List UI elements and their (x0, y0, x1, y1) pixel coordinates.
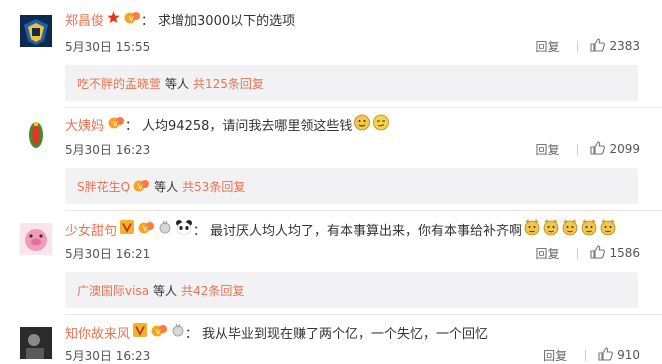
reply-username[interactable]: 吃不胖的孟晓萱 (77, 75, 161, 92)
fan-badge-icon: V (132, 178, 150, 195)
reply-mid-text: 等人 (154, 179, 179, 194)
comment-username[interactable]: 郑昌俊 (65, 10, 104, 29)
like-count: 2383 (609, 39, 640, 53)
like-count: 1586 (609, 246, 640, 260)
reply-username[interactable]: S胖花生Q (77, 178, 130, 195)
fan-badge-icon: V (107, 115, 125, 133)
reply-button[interactable]: 回复 (535, 245, 559, 262)
comment-time: 5月30日 16:23 (65, 348, 151, 363)
thumbs-up-icon[interactable] (590, 244, 606, 262)
medal-badge-icon (171, 323, 185, 341)
avatar[interactable] (20, 15, 52, 47)
fan-badge-icon: V (150, 323, 168, 341)
medal-badge-icon (158, 220, 172, 238)
panda-badge-icon (175, 219, 193, 239)
comment-divider (65, 314, 662, 315)
vip-v-icon (120, 220, 135, 238)
reply-button[interactable]: 回复 (535, 141, 559, 158)
vip-v-icon (133, 323, 148, 341)
doge-emoji-icon (580, 218, 598, 240)
reply-total-link[interactable]: 共125条回复 (193, 75, 264, 92)
reply-mid-text: 等人 (165, 76, 190, 91)
like-count: 2099 (609, 142, 640, 156)
svg-text:V: V (156, 328, 161, 336)
comment-text: 我从毕业到现在赚了两个亿，一个失忆，一个回忆 (202, 326, 489, 342)
colon-separator: ： (141, 13, 155, 29)
comment-time: 5月30日 16:23 (65, 142, 151, 157)
like-count: 910 (617, 348, 640, 362)
doge-emoji-icon (599, 218, 617, 240)
colon-separator: ： (125, 118, 139, 134)
avatar[interactable] (20, 223, 52, 255)
comment-username[interactable]: 大姨妈 (65, 115, 104, 134)
comment-text: 人均94258，请问我去哪里领这些钱 (142, 118, 353, 134)
reply-mid-text: 等人 (153, 283, 178, 298)
svg-text:V: V (143, 225, 148, 233)
comment-actions: 回复 2099 (535, 140, 640, 158)
avatar[interactable] (20, 119, 52, 151)
reply-button[interactable]: 回复 (543, 347, 567, 364)
reply-summary[interactable]: 吃不胖的孟晓萱 等人 共125条回复 (65, 65, 638, 101)
reply-button[interactable]: 回复 (535, 38, 559, 55)
reply-username[interactable]: 广澳国际visa (77, 282, 149, 299)
fan-badge-icon: V (137, 220, 155, 238)
colon-separator: ： (185, 326, 199, 342)
colon-separator: ： (193, 223, 207, 239)
action-divider (577, 40, 579, 52)
thumbs-up-icon[interactable] (598, 346, 614, 364)
svg-text:V: V (138, 183, 143, 191)
action-divider (585, 349, 587, 361)
thumbs-up-icon[interactable] (590, 140, 606, 158)
comment-time: 5月30日 15:55 (65, 39, 151, 54)
doge-emoji-icon (523, 218, 541, 240)
avatar[interactable] (20, 327, 52, 359)
doge-emoji-icon (542, 218, 560, 240)
action-divider (577, 247, 579, 259)
comment-text: 最讨厌人均人均了，有本事算出来，你有本事给补齐啊 (210, 223, 523, 239)
reply-total-link[interactable]: 共53条回复 (182, 178, 245, 195)
doge-emoji-icon (561, 218, 579, 240)
comment-divider (65, 210, 662, 211)
reply-summary[interactable]: S胖花生Q V 等人 共53条回复 (65, 168, 638, 204)
fan-badge-icon: V (123, 10, 141, 28)
comment-actions: 回复 1586 (535, 244, 640, 262)
action-divider (577, 143, 579, 155)
thumbs-up-icon[interactable] (590, 37, 606, 55)
doge-emoji-icon (353, 113, 371, 135)
star-badge-icon (107, 11, 120, 28)
comment-actions: 回复 2383 (535, 37, 640, 55)
reply-summary[interactable]: 广澳国际visa 等人 共42条回复 (65, 272, 638, 308)
comment-text: 求增加3000以下的选项 (158, 13, 296, 29)
comment-divider (65, 107, 662, 108)
svg-text:V: V (129, 15, 134, 23)
comment-username[interactable]: 少女甜句 (65, 220, 117, 239)
comment-time: 5月30日 16:21 (65, 246, 151, 261)
smirk-emoji-icon (372, 113, 390, 135)
comment-username[interactable]: 知你故来风 (65, 323, 130, 342)
comment-actions: 回复 910 (543, 346, 640, 364)
svg-text:V: V (113, 120, 118, 128)
reply-total-link[interactable]: 共42条回复 (181, 282, 244, 299)
